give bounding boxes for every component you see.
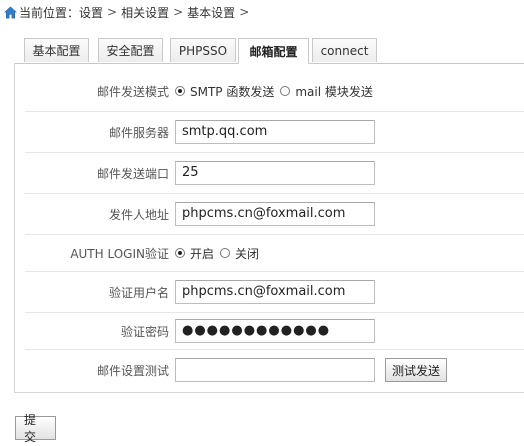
breadcrumb-prefix: 当前位置：: [19, 5, 80, 20]
mail-test-input[interactable]: [175, 358, 375, 382]
mail-test-label: 邮件设置测试: [96, 363, 169, 378]
tab-phpsso[interactable]: PHPSSO: [170, 38, 236, 62]
auth-on-radio-label[interactable]: 开启: [190, 245, 214, 262]
auth-on-radio[interactable]: [175, 248, 185, 258]
auth-off-radio[interactable]: [220, 248, 231, 258]
tab-connect[interactable]: connect: [312, 38, 377, 62]
auth-username-row: 验证用户名 phpcms.cn@foxmail.com: [25, 272, 524, 313]
tab-bar: 基本配置 安全配置 PHPSSO 邮箱配置 connect: [14, 38, 524, 64]
mail-port-input[interactable]: 25: [175, 161, 375, 185]
smtp-radio[interactable]: [175, 86, 185, 96]
mail-mode-row: 邮件发送模式 SMTP 函数发送 mail 模块发送: [25, 71, 524, 112]
mail-test-row: 邮件设置测试 测试发送: [25, 350, 524, 390]
auth-password-label: 验证密码: [120, 324, 169, 339]
auth-login-row: AUTH LOGIN验证 开启 关闭: [25, 235, 524, 272]
email-config-panel: 邮件发送模式 SMTP 函数发送 mail 模块发送 邮件服务器 smtp.qq…: [14, 63, 524, 393]
tab-basic-config[interactable]: 基本配置: [24, 38, 89, 62]
mail-port-row: 邮件发送端口 25: [25, 153, 524, 194]
auth-username-input[interactable]: phpcms.cn@foxmail.com: [175, 280, 375, 304]
test-send-button[interactable]: 测试发送: [385, 358, 448, 382]
smtp-radio-label[interactable]: SMTP 函数发送: [190, 83, 274, 100]
mail-module-radio[interactable]: [280, 86, 291, 96]
mail-server-input[interactable]: smtp.qq.com: [175, 120, 375, 144]
sender-address-row: 发件人地址 phpcms.cn@foxmail.com: [25, 194, 524, 235]
tab-security-config[interactable]: 安全配置: [98, 38, 163, 62]
mail-server-label: 邮件服务器: [108, 125, 169, 140]
breadcrumb-item-settings[interactable]: 设置: [79, 4, 103, 21]
mail-port-label: 邮件发送端口: [96, 166, 169, 181]
mail-server-row: 邮件服务器 smtp.qq.com: [25, 112, 524, 153]
auth-username-label: 验证用户名: [108, 285, 169, 300]
sender-address-label: 发件人地址: [108, 207, 169, 222]
auth-login-label: AUTH LOGIN验证: [70, 246, 169, 261]
mail-mode-label: 邮件发送模式: [96, 84, 169, 99]
breadcrumb-separator: >: [173, 5, 184, 19]
sender-address-input[interactable]: phpcms.cn@foxmail.com: [175, 202, 375, 226]
submit-button[interactable]: 提交: [15, 413, 56, 444]
tab-email-config[interactable]: 邮箱配置: [238, 38, 309, 64]
auth-password-row: 验证密码 ●●●●●●●●●●●●: [25, 313, 524, 350]
breadcrumb-separator: >: [107, 5, 118, 19]
home-icon: [4, 6, 17, 18]
breadcrumb-separator: >: [239, 5, 250, 19]
auth-off-radio-label[interactable]: 关闭: [235, 245, 259, 262]
breadcrumb: 当前位置： 设置 > 相关设置 > 基本设置 >: [4, 3, 253, 21]
auth-password-input[interactable]: ●●●●●●●●●●●●: [175, 319, 375, 343]
breadcrumb-item-basic-settings[interactable]: 基本设置: [187, 4, 235, 21]
breadcrumb-item-related-settings[interactable]: 相关设置: [121, 4, 169, 21]
mail-module-radio-label[interactable]: mail 模块发送: [295, 83, 373, 100]
